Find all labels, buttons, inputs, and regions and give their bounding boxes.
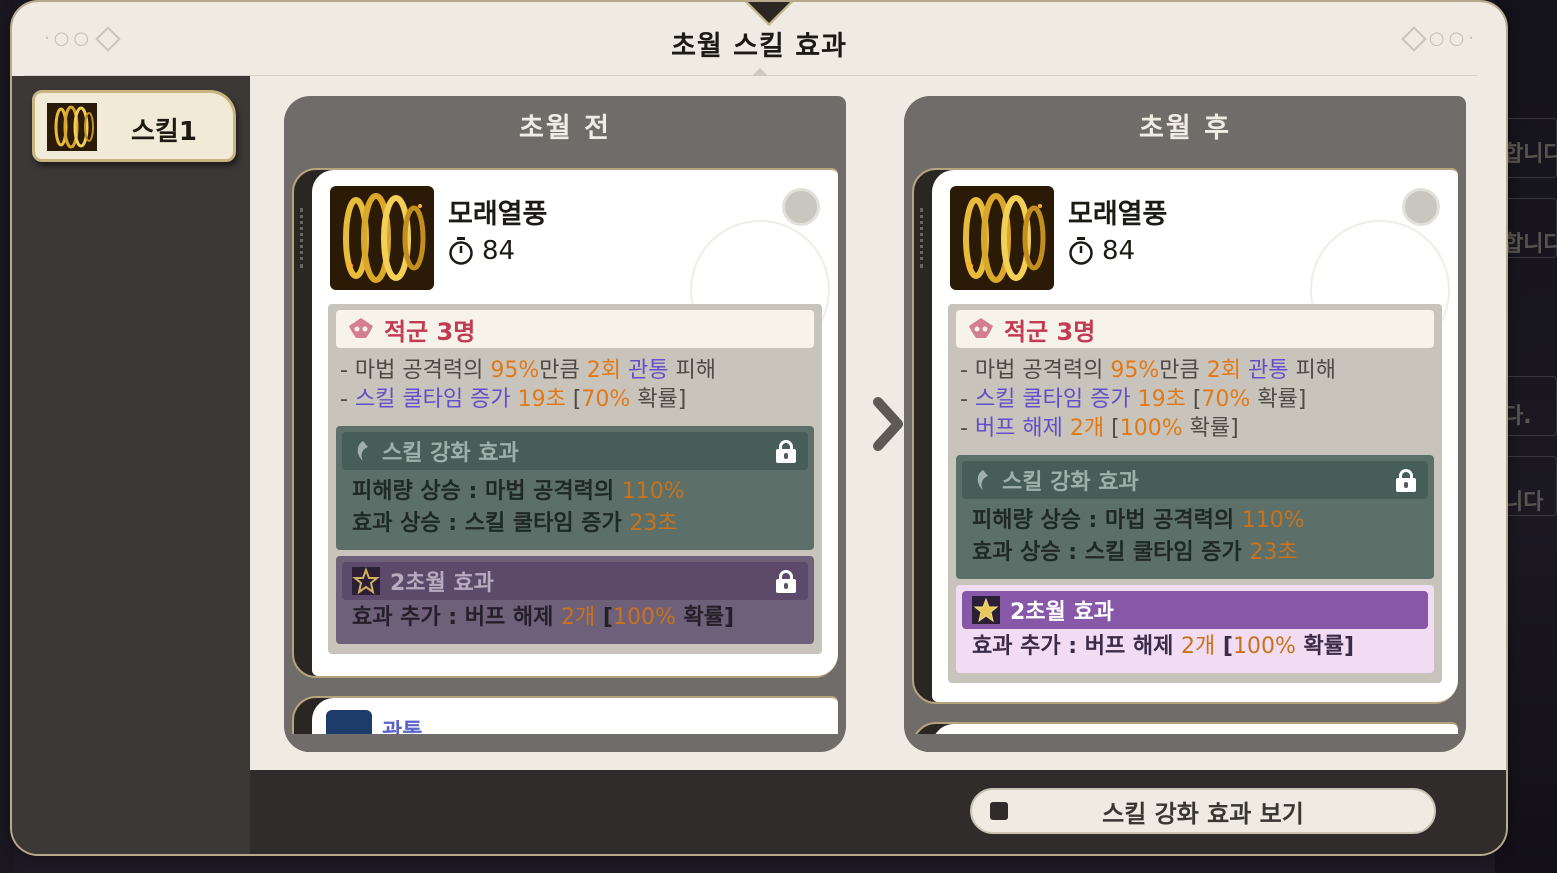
target-label: 적군 3명	[384, 317, 476, 346]
transcend-star-badge	[782, 188, 820, 226]
stopwatch-icon	[1069, 237, 1093, 265]
skill-name: 모래열풍	[448, 199, 548, 230]
skill-effects: 적군 3명 - 마법 공격력의 95%만큼 2회 관통 피해 - 스킬 쿨타임 …	[328, 304, 822, 654]
skull-icon	[969, 318, 993, 338]
transcend-line: 효과 추가 : 버프 해제 2개 [100% 확률]	[972, 634, 1355, 659]
target-bar: 적군 3명	[336, 310, 814, 348]
effect-description: - 마법 공격력의 95%만큼 2회 관통 피해 - 스킬 쿨타임 증가 19초…	[956, 348, 1434, 449]
enhance-effect-title: 스킬 강화 효과	[1002, 470, 1139, 495]
enhance-line: 피해량 상승 : 마법 공격력의 110%	[972, 508, 1305, 533]
card-side-dots	[300, 208, 304, 268]
chevron-right-icon	[873, 397, 903, 451]
background-text: 합니다	[1503, 232, 1557, 257]
target-bar: 적군 3명	[956, 310, 1434, 348]
transcend-effect-title: 2초월 효과	[1010, 600, 1114, 625]
skill-thumbnail	[47, 103, 97, 151]
skull-icon	[349, 318, 373, 338]
enhance-effect-box: 스킬 강화 효과 피해량 상승 : 마법 공격력의 110% 효과 상승 : 스…	[956, 455, 1434, 579]
target-label: 적군 3명	[1004, 317, 1096, 346]
transcend-star-badge	[1402, 188, 1440, 226]
panel-bottom	[284, 734, 846, 752]
skill-card-frame: 모래열풍 84 적군 3명 - 마법 공격력의 95%만큼 2회 관통 피해 -…	[292, 168, 838, 678]
sidebar-tab-label: 스킬1	[131, 117, 197, 147]
effect-line: - 스킬 쿨타임 증가 19초 [70% 확률]	[340, 387, 687, 412]
transcend-dialog: ·○○ ○○· 초월 스킬 효과 스킬1 초월 전 모래열풍 84 적군 3명 …	[12, 2, 1506, 854]
transcend-effect-box-active: 2초월 효과 효과 추가 : 버프 해제 2개 [100% 확률]	[956, 585, 1434, 673]
enhance-effect-title: 스킬 강화 효과	[382, 441, 519, 466]
lock-icon	[776, 570, 796, 593]
show-enhance-effect-toggle[interactable]: 스킬 강화 효과 보기	[970, 788, 1436, 834]
skill-card-frame: 모래열풍 84 적군 3명 - 마법 공격력의 95%만큼 2회 관통 피해 -…	[912, 168, 1458, 704]
enhance-icon	[977, 470, 988, 490]
panel-bottom	[904, 734, 1466, 752]
background-text: 니다	[1503, 490, 1544, 515]
transcend-star-icon	[352, 567, 380, 595]
cooldown-value: 84	[482, 236, 516, 266]
comparison-area: 초월 전 모래열풍 84 적군 3명 - 마법 공격력의 95%만큼 2회 관통…	[250, 76, 1506, 770]
stopwatch-icon	[449, 237, 473, 265]
panel-before-title: 초월 전	[519, 113, 611, 144]
skill-card[interactable]: 모래열풍 84 적군 3명 - 마법 공격력의 95%만큼 2회 관통 피해 -…	[300, 170, 838, 676]
panel-after: 초월 후 모래열풍 84 적군 3명 - 마법 공격력의 95%만큼 2회 관통…	[904, 96, 1466, 752]
enhance-effect-header: 스킬 강화 효과	[342, 432, 808, 470]
panel-before: 초월 전 모래열풍 84 적군 3명 - 마법 공격력의 95%만큼 2회 관통…	[284, 96, 846, 752]
enhance-line: 효과 상승 : 스킬 쿨타임 증가 23초	[972, 540, 1298, 565]
transcend-effect-title: 2초월 효과	[390, 571, 494, 596]
transcend-effect-header: 2초월 효과	[342, 562, 808, 600]
effect-line: - 마법 공격력의 95%만큼 2회 관통 피해	[960, 358, 1336, 383]
dialog-header: ·○○ ○○· 초월 스킬 효과	[12, 2, 1506, 83]
toggle-label: 스킬 강화 효과 보기	[1102, 799, 1304, 828]
card-side-dots	[920, 208, 924, 268]
lock-icon	[1396, 469, 1416, 492]
enhance-line: 효과 상승 : 스킬 쿨타임 증가 23초	[352, 511, 678, 536]
sidebar-tab-skill1[interactable]: 스킬1	[32, 90, 236, 162]
enhance-line: 피해량 상승 : 마법 공격력의 110%	[352, 479, 685, 504]
skill-cooldown: 84	[1068, 236, 1135, 266]
effect-line: - 스킬 쿨타임 증가 19초 [70% 확률]	[960, 387, 1307, 412]
sidebar: 스킬1	[12, 76, 250, 854]
transcend-star-icon	[972, 596, 1000, 624]
sand-tornado-skill-icon	[330, 186, 434, 290]
toggle-checkbox[interactable]	[990, 802, 1008, 820]
lock-icon	[776, 440, 796, 463]
skill-name: 모래열풍	[1068, 199, 1168, 230]
skill-cooldown: 84	[448, 236, 515, 266]
background-text: 합니다	[1503, 142, 1557, 167]
enhance-effect-header: 스킬 강화 효과	[962, 461, 1428, 499]
dialog-title: 초월 스킬 효과	[671, 31, 847, 62]
effect-line: - 버프 해제 2개 [100% 확률]	[960, 416, 1239, 441]
transcend-effect-header: 2초월 효과	[962, 591, 1428, 629]
background-text: 다.	[1503, 404, 1532, 429]
sand-tornado-skill-icon	[950, 186, 1054, 290]
header-ornament	[742, 2, 796, 26]
enhance-icon	[357, 441, 368, 461]
effect-line: - 마법 공격력의 95%만큼 2회 관통 피해	[340, 358, 716, 383]
transcend-effect-box: 2초월 효과 효과 추가 : 버프 해제 2개 [100% 확률]	[336, 556, 814, 644]
transcend-line: 효과 추가 : 버프 해제 2개 [100% 확률]	[352, 605, 735, 630]
panel-after-title: 초월 후	[1139, 113, 1231, 144]
dialog-footer: 스킬 강화 효과 보기	[250, 770, 1506, 854]
enhance-effect-box: 스킬 강화 효과 피해량 상승 : 마법 공격력의 110% 효과 상승 : 스…	[336, 426, 814, 550]
skill-card[interactable]: 모래열풍 84 적군 3명 - 마법 공격력의 95%만큼 2회 관통 피해 -…	[920, 170, 1458, 702]
cooldown-value: 84	[1102, 236, 1136, 266]
effect-description: - 마법 공격력의 95%만큼 2회 관통 피해 - 스킬 쿨타임 증가 19초…	[336, 348, 814, 420]
skill-effects: 적군 3명 - 마법 공격력의 95%만큼 2회 관통 피해 - 스킬 쿨타임 …	[948, 304, 1442, 683]
